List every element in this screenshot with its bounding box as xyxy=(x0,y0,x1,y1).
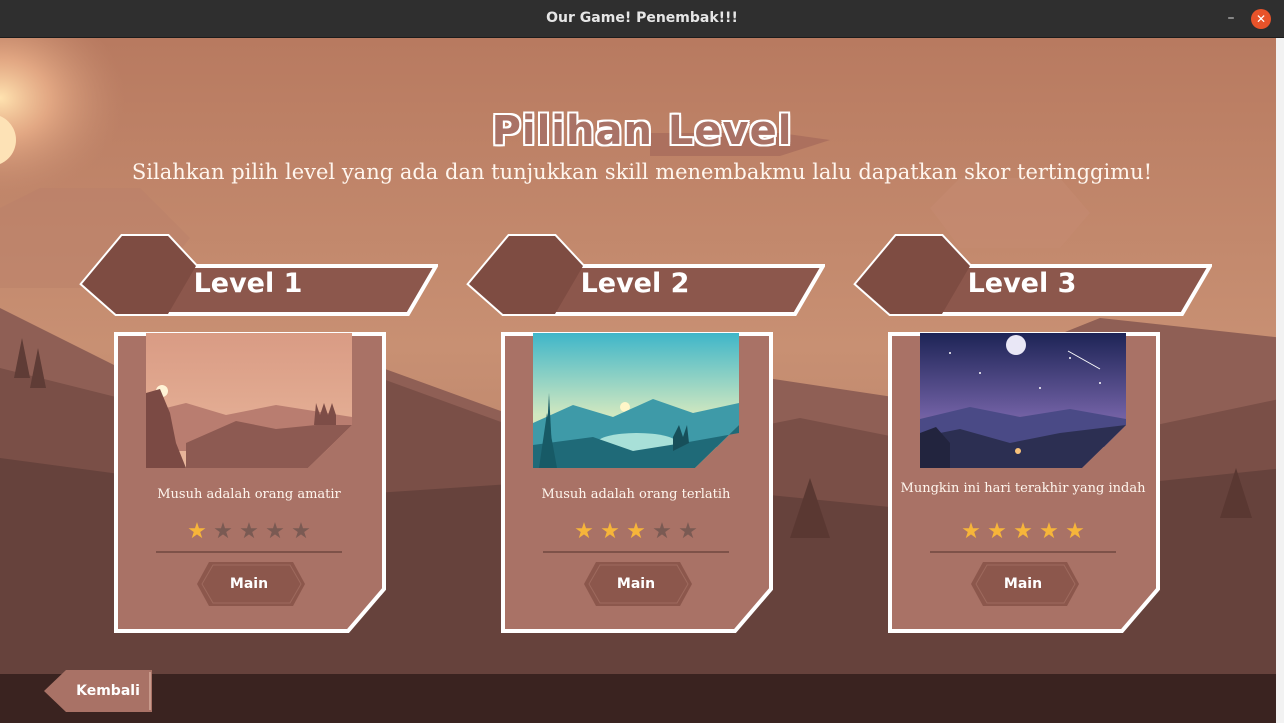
star-icon-empty: ★ xyxy=(652,519,672,544)
play-button-label: Main xyxy=(616,576,656,592)
level-title: Level 2 xyxy=(580,268,690,299)
lake-deer-thumbnail xyxy=(533,333,739,468)
window-edge xyxy=(1276,38,1284,723)
star-icon-empty: ★ xyxy=(678,519,698,544)
play-button-label: Main xyxy=(229,576,269,592)
minimize-icon[interactable]: – xyxy=(1222,8,1240,28)
level-title: Level 3 xyxy=(967,268,1077,299)
page-title: Pilihan Level xyxy=(491,108,793,154)
level-card-1: Level 1 Musuh adalah orang amatir ★ ★ ★ … xyxy=(78,234,438,634)
page-subtitle: Silahkan pilih level yang ada dan tunjuk… xyxy=(131,160,1153,184)
star-icon-filled: ★ xyxy=(1065,519,1085,544)
star-icon-filled: ★ xyxy=(1013,519,1033,544)
back-button[interactable]: Kembali xyxy=(44,670,154,712)
title-bar: Our Game! Penembak!!! – ✕ xyxy=(0,0,1284,38)
level-description: Musuh adalah orang terlatih xyxy=(541,487,731,502)
divider xyxy=(543,551,729,553)
difficulty-rating: ★ ★ ★ ★ ★ xyxy=(573,521,713,545)
bottom-bar xyxy=(0,674,1284,723)
level-description: Musuh adalah orang amatir xyxy=(157,487,341,502)
star-icon-empty: ★ xyxy=(213,519,233,544)
star-icon-filled: ★ xyxy=(626,519,646,544)
star-icon-filled: ★ xyxy=(600,519,620,544)
sunset-forest-thumbnail xyxy=(146,333,352,468)
difficulty-rating: ★ ★ ★ ★ ★ xyxy=(186,521,326,545)
level-card-2: Level 2 Musuh adalah orang terlatih ★ ★ … xyxy=(465,234,825,634)
divider xyxy=(930,551,1116,553)
close-icon[interactable]: ✕ xyxy=(1251,9,1271,29)
star-icon-filled: ★ xyxy=(961,519,981,544)
game-window: Our Game! Penembak!!! – ✕ Pilihan Level … xyxy=(0,0,1284,723)
play-level-2-button[interactable]: Main xyxy=(580,562,692,606)
night-campfire-thumbnail xyxy=(920,333,1126,468)
difficulty-rating: ★ ★ ★ ★ ★ xyxy=(960,521,1100,545)
level-title: Level 1 xyxy=(193,268,303,299)
level-select-screen: Pilihan Level Silahkan pilih level yang … xyxy=(0,38,1284,723)
star-icon-empty: ★ xyxy=(239,519,259,544)
star-icon-filled: ★ xyxy=(1039,519,1059,544)
star-icon-filled: ★ xyxy=(187,519,207,544)
window-title: Our Game! Penembak!!! xyxy=(546,10,738,26)
star-icon-empty: ★ xyxy=(265,519,285,544)
play-level-3-button[interactable]: Main xyxy=(967,562,1079,606)
level-description: Mungkin ini hari terakhir yang indah xyxy=(900,481,1146,496)
divider xyxy=(156,551,342,553)
star-icon-filled: ★ xyxy=(574,519,594,544)
level-card-3: Level 3 Mungkin ini hari terakhir yang i… xyxy=(852,234,1212,634)
play-level-1-button[interactable]: Main xyxy=(193,562,305,606)
star-icon-filled: ★ xyxy=(987,519,1007,544)
back-button-label: Kembali xyxy=(76,683,140,699)
star-icon-empty: ★ xyxy=(291,519,311,544)
play-button-label: Main xyxy=(1003,576,1043,592)
